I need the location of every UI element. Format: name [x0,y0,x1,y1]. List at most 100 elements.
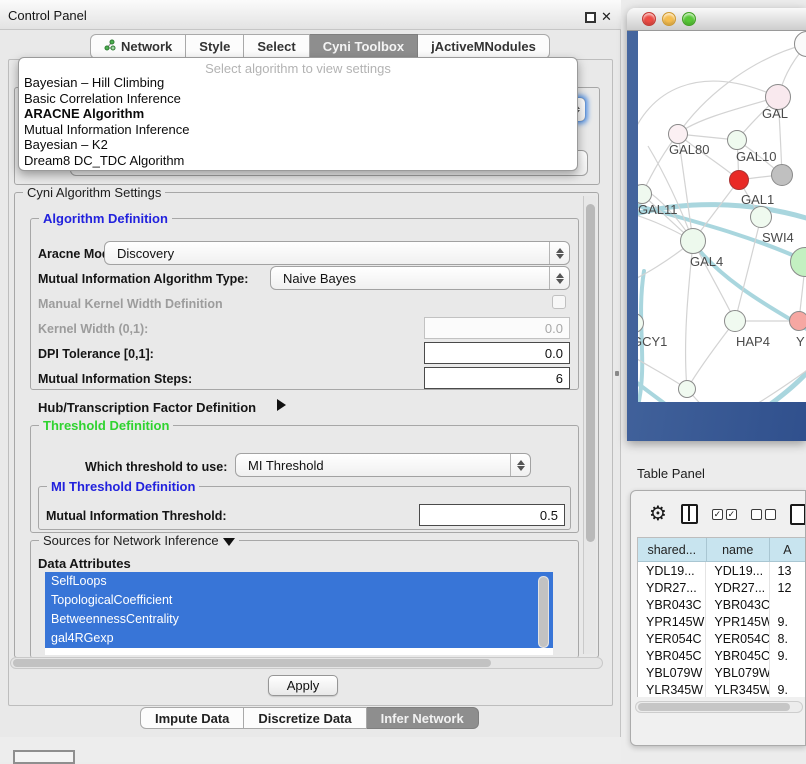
network-node[interactable] [724,310,746,332]
scrollbar-thumb[interactable] [586,204,595,542]
node-label: GCY1 [638,334,667,349]
columns-icon[interactable] [681,504,698,524]
table-row[interactable]: YLR345WYLR345W9. [638,681,806,697]
scrollbar-thumb[interactable] [638,703,790,711]
collapse-arrow-icon[interactable] [223,538,235,546]
network-node[interactable] [680,228,706,254]
minimize-traffic-light-icon[interactable] [662,12,676,26]
list-item[interactable]: TopologicalCoefficient [45,591,553,610]
column-header[interactable]: shared... [638,538,707,562]
select-all-columns-icon[interactable]: ✓✓ [712,509,737,520]
table-row[interactable]: YBR043CYBR043C [638,596,806,613]
list-item[interactable]: BetweennessCentrality [45,610,553,629]
dropdown-item[interactable]: Bayesian – K2 [19,137,577,153]
hub-definition-label: Hub/Transcription Factor Definition [38,400,256,415]
combobox-spinner-icon[interactable] [549,242,569,264]
node-label: Y [796,334,805,349]
control-panel-titlebar: Control Panel ✕ [0,0,621,30]
node-table: shared... name A YDL19...YDL19...13 YDR2… [637,537,806,697]
group-title: Threshold Definition [39,418,173,433]
settings-horizontal-scrollbar[interactable] [10,657,603,669]
combobox-spinner-icon[interactable] [549,267,569,289]
tab-infer-network[interactable]: Infer Network [367,707,479,729]
apply-button[interactable]: Apply [268,675,338,696]
algorithm-dropdown-list: Select algorithm to view settings Bayesi… [18,57,578,171]
dropdown-item[interactable]: Bayesian – Hill Climbing [19,75,577,91]
tab-jactivemnodules[interactable]: jActiveMNodules [418,34,550,59]
group-title: Cyni Algorithm Settings [23,185,165,200]
table-row[interactable]: YDL19...YDL19...13 [638,562,806,579]
list-item[interactable]: SelfLoops [45,572,553,591]
table-toolbar: ⚙ ✓✓ [631,491,806,537]
table-header-row: shared... name A [638,538,806,562]
network-canvas[interactable]: GAL GAL80 GAL10 GAL1 GAL11 SWI4 GAL4 GCY… [638,31,806,402]
column-header[interactable]: name [707,538,770,562]
list-item[interactable]: gal4RGexp [45,629,553,648]
kernel-width-field[interactable]: 0.0 [424,317,570,339]
node-label: HAP4 [736,334,770,349]
tab-select[interactable]: Select [244,34,309,59]
float-window-icon[interactable] [585,12,596,23]
table-row[interactable]: YER054CYER054C8. [638,630,806,647]
network-node[interactable] [771,164,793,186]
dpi-tolerance-field[interactable]: 0.0 [424,342,570,364]
dropdown-item[interactable]: Basic Correlation Inference [19,91,577,107]
close-traffic-light-icon[interactable] [642,12,656,26]
bottom-strip [0,737,621,762]
table-row[interactable]: YDR27...YDR27...12 [638,579,806,596]
top-tabbar: Network Style Select Cyni Toolbox jActiv… [90,34,550,59]
split-divider-handle[interactable] [615,371,619,376]
combobox-spinner-icon[interactable] [510,454,530,476]
manual-kernel-label: Manual Kernel Width Definition [38,297,223,311]
mi-threshold-field[interactable]: 0.5 [419,504,565,526]
group-title: Algorithm Definition [39,211,172,226]
node-label: SWI4 [762,230,794,245]
mi-type-combobox[interactable]: Naive Bayes [270,266,570,290]
dropdown-item-selected[interactable]: ARACNE Algorithm [19,106,577,122]
node-label: GAL1 [741,192,774,207]
tab-discretize-data[interactable]: Discretize Data [244,707,366,729]
network-node[interactable] [678,380,696,398]
network-window-titlebar[interactable] [627,8,806,31]
network-node[interactable] [729,170,749,190]
manual-kernel-checkbox[interactable] [552,295,566,309]
network-node[interactable] [789,311,806,331]
dropdown-item[interactable]: Mutual Information Inference [19,122,577,138]
network-node[interactable] [727,130,747,150]
network-node[interactable] [668,124,688,144]
zoom-traffic-light-icon[interactable] [682,12,696,26]
network-view-window: GAL GAL80 GAL10 GAL1 GAL11 SWI4 GAL4 GCY… [627,8,806,441]
scrollbar-thumb[interactable] [539,577,548,647]
list-scrollbar[interactable] [538,576,549,648]
tab-label: Network [121,39,172,54]
dropdown-item[interactable]: Dream8 DC_TDC Algorithm [19,153,577,169]
dropdown-placeholder: Select algorithm to view settings [19,58,577,75]
scrollbar-thumb[interactable] [13,659,491,667]
expand-arrow-icon[interactable] [277,399,286,411]
node-label: GAL [762,106,788,121]
column-header[interactable]: A [770,538,806,562]
tab-network[interactable]: Network [90,34,186,59]
aracne-mode-combobox[interactable]: Discovery [104,241,570,265]
which-threshold-combobox[interactable]: MI Threshold [235,453,531,477]
table-row[interactable]: YPR145WYPR145W9. [638,613,806,630]
deselect-all-columns-icon[interactable] [751,509,776,520]
bottom-tabbar: Impute Data Discretize Data Infer Networ… [140,707,479,729]
tab-cyni-toolbox[interactable]: Cyni Toolbox [310,34,418,59]
gear-icon[interactable]: ⚙ [649,504,667,524]
network-icon [104,39,116,54]
table-row[interactable]: YBR045CYBR045C9. [638,647,806,664]
mi-steps-field[interactable]: 6 [424,367,570,389]
dpi-tolerance-label: DPI Tolerance [0,1]: [38,347,154,361]
tab-style[interactable]: Style [186,34,244,59]
close-icon[interactable]: ✕ [601,9,612,25]
table-panel-window: ⚙ ✓✓ shared... name A YDL19...YDL19...13… [630,490,806,746]
data-attributes-list[interactable]: SelfLoops TopologicalCoefficient Between… [45,572,553,655]
table-horizontal-scrollbar[interactable] [635,701,803,713]
settings-vertical-scrollbar[interactable] [583,196,596,654]
new-table-icon[interactable] [790,504,806,525]
table-row[interactable]: YBL079WYBL079W [638,664,806,681]
tab-impute-data[interactable]: Impute Data [140,707,244,729]
node-label: GAL11 [638,202,678,217]
network-node[interactable] [750,206,772,228]
